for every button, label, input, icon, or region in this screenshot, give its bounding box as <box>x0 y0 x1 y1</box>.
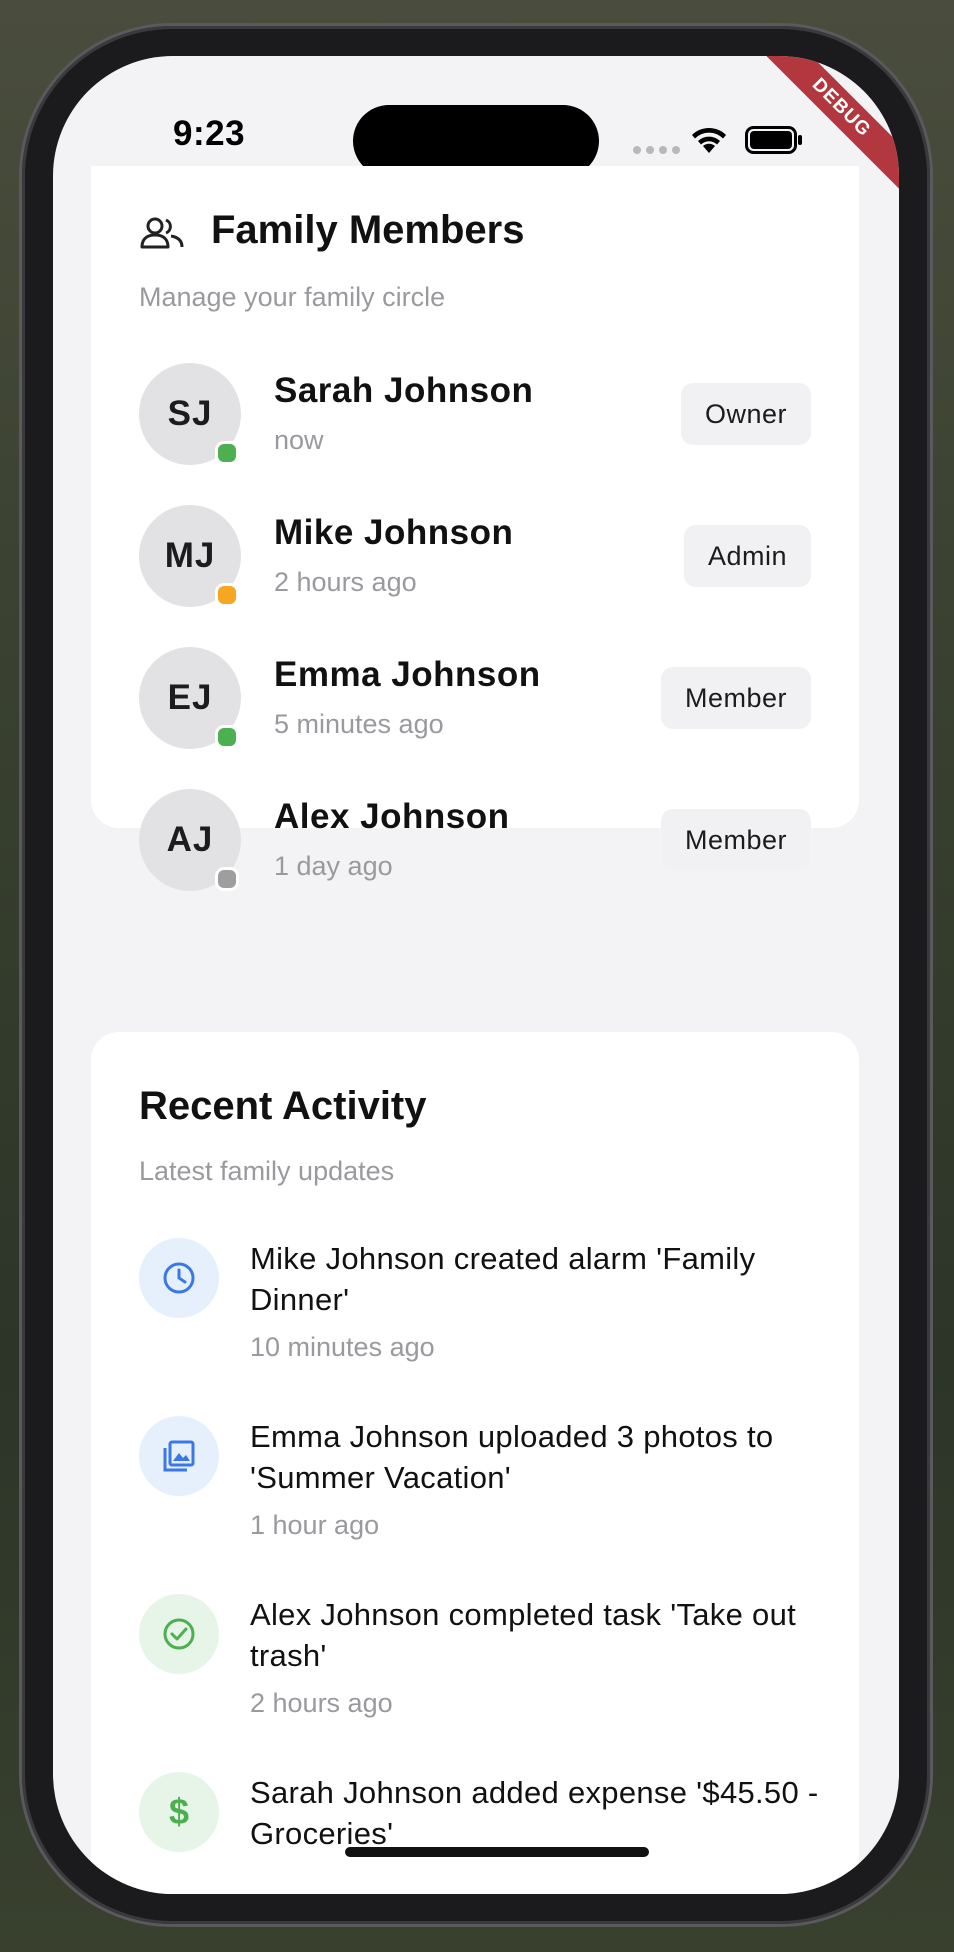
recent-activity-subtitle: Latest family updates <box>139 1156 395 1186</box>
member-row[interactable]: AJ Alex Johnson 1 day ago Member <box>139 789 811 891</box>
phone-frame: 9:23 DEBUG Family Members Manage your fa… <box>22 26 930 1924</box>
role-badge: Owner <box>680 383 811 445</box>
activity-time: 2 hours ago <box>250 1688 393 1718</box>
member-name: Sarah Johnson <box>274 371 534 410</box>
app-screen: 9:23 DEBUG Family Members Manage your fa… <box>53 56 899 1894</box>
role-badge: Admin <box>683 525 811 587</box>
activity-time: 10 minutes ago <box>250 1332 435 1362</box>
check-circle-icon <box>139 1594 219 1674</box>
member-row[interactable]: MJ Mike Johnson 2 hours ago Admin <box>139 505 811 607</box>
member-row[interactable]: SJ Sarah Johnson now Owner <box>139 363 811 465</box>
activity-text: Sarah Johnson added expense '$45.50 - Gr… <box>250 1775 819 1851</box>
clock-icon <box>139 1238 219 1318</box>
role-badge: Member <box>660 809 811 871</box>
role-badge: Member <box>660 667 811 729</box>
activity-text: Emma Johnson uploaded 3 photos to 'Summe… <box>250 1419 774 1495</box>
family-members-subtitle: Manage your family circle <box>139 282 446 312</box>
group-icon <box>140 217 184 249</box>
presence-dot <box>215 725 239 749</box>
recent-activity-title: Recent Activity <box>139 1084 427 1128</box>
battery-icon <box>745 126 802 154</box>
home-indicator[interactable] <box>345 1847 649 1857</box>
member-last-seen: 5 minutes ago <box>274 709 444 739</box>
member-row[interactable]: EJ Emma Johnson 5 minutes ago Member <box>139 647 811 749</box>
presence-dot <box>215 441 239 465</box>
dollar-icon: $ <box>139 1772 219 1852</box>
member-last-seen: 2 hours ago <box>274 567 417 597</box>
presence-dot <box>215 583 239 607</box>
activity-text: Mike Johnson created alarm 'Family Dinne… <box>250 1241 756 1317</box>
cellular-signal-icon <box>633 146 680 154</box>
recent-activity-card: Recent Activity Latest family updates Mi… <box>91 1032 859 1894</box>
presence-dot <box>215 867 239 891</box>
family-members-card: Family Members Manage your family circle… <box>91 166 859 891</box>
family-members-title: Family Members <box>211 208 525 252</box>
member-name: Alex Johnson <box>274 797 510 836</box>
member-last-seen: 1 day ago <box>274 851 393 881</box>
activity-time: 1 hour ago <box>250 1510 380 1540</box>
wifi-icon <box>692 127 726 153</box>
member-name: Emma Johnson <box>274 655 541 694</box>
member-last-seen: now <box>274 425 324 455</box>
activity-text: Alex Johnson completed task 'Take out tr… <box>250 1597 797 1673</box>
member-name: Mike Johnson <box>274 513 514 552</box>
status-time: 9:23 <box>173 114 246 153</box>
photo-library-icon <box>139 1416 219 1496</box>
